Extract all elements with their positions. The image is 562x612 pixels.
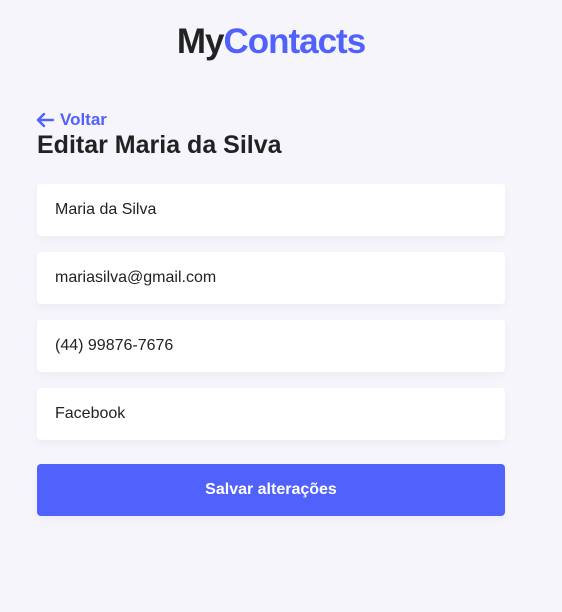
email-input[interactable] [37,252,505,304]
app-logo: MyContacts [0,22,542,62]
contact-form: Facebook Salvar alterações [37,184,505,516]
edit-contact-page: MyContacts Voltar Editar Maria da Silva … [0,0,562,612]
save-changes-button[interactable]: Salvar alterações [37,464,505,516]
arrow-left-icon [35,112,55,128]
back-link[interactable]: Voltar [35,110,107,130]
phone-input[interactable] [37,320,505,372]
back-link-label: Voltar [60,110,107,129]
category-select[interactable]: Facebook [37,388,505,440]
page-title: Editar Maria da Silva [37,131,282,159]
logo-text-my: My [176,22,225,61]
category-select-value: Facebook [55,405,126,422]
logo-text-contacts: Contacts [223,22,366,61]
name-input[interactable] [37,184,505,236]
